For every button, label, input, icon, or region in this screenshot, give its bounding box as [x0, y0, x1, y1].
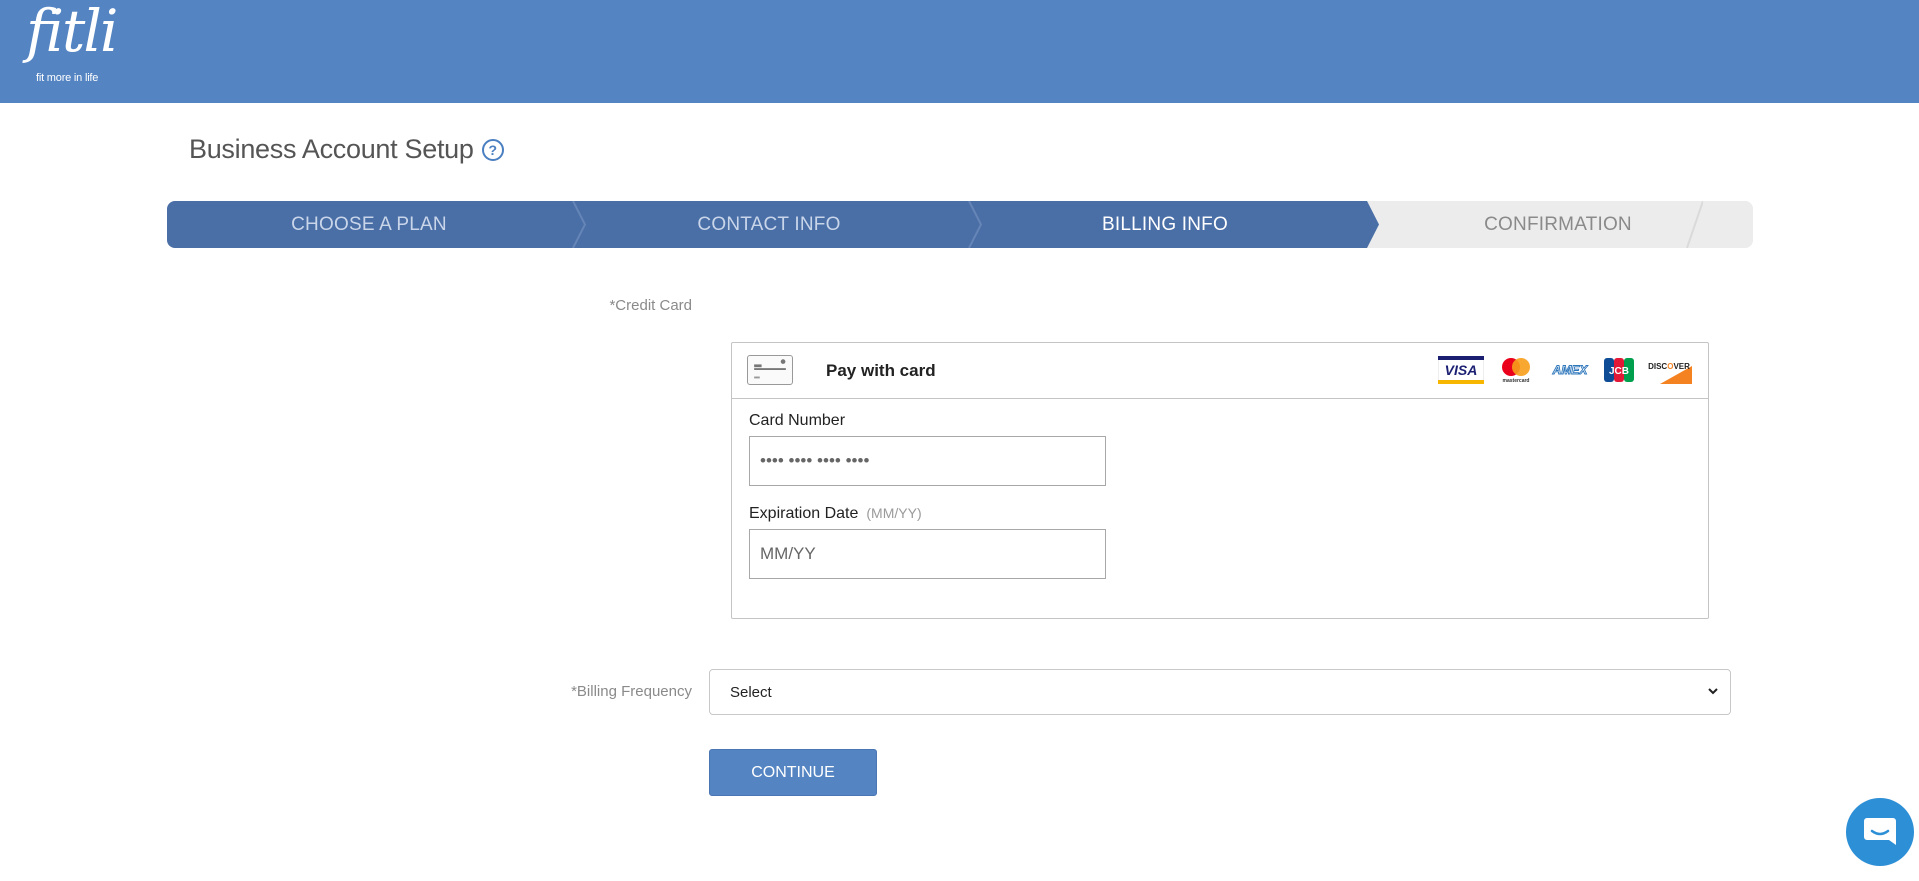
step-label: CHOOSE A PLAN [291, 213, 447, 235]
svg-text:AMEX: AMEX [1552, 363, 1589, 377]
step-separator [961, 201, 983, 248]
step-billing-info[interactable]: BILLING INFO [967, 201, 1363, 248]
progress-steps: CHOOSE A PLAN CONTACT INFO BILLING INFO … [167, 201, 1753, 248]
step-separator [1357, 201, 1381, 248]
logo-tagline: fit more in life [36, 72, 99, 84]
step-label: CONTACT INFO [697, 213, 841, 235]
card-brands: VISA mastercard AMEX JCB DISCOVER [1438, 356, 1692, 384]
pay-with-card-title: Pay with card [826, 361, 936, 380]
expiration-date-label-text: Expiration Date [749, 505, 859, 522]
expiration-date-input[interactable] [749, 529, 1106, 579]
page-title: Business Account Setup ? [189, 134, 504, 165]
billing-frequency-label: *Billing Frequency [571, 683, 692, 700]
step-separator [1686, 201, 1703, 248]
step-label: BILLING INFO [1102, 213, 1228, 235]
jcb-icon: JCB [1604, 358, 1634, 382]
step-contact-info[interactable]: CONTACT INFO [571, 201, 967, 248]
continue-button[interactable]: CONTINUE [709, 749, 877, 796]
top-bar: fitli fit more in life [0, 0, 1919, 103]
expiration-date-hint: (MM/YY) [866, 505, 922, 521]
mastercard-icon: mastercard [1502, 358, 1530, 384]
discover-icon: DISCOVER [1648, 362, 1692, 384]
svg-text:VISA: VISA [1445, 362, 1478, 378]
card-number-label-text: Card Number [749, 412, 846, 429]
billing-frequency-select[interactable]: Select [709, 669, 1731, 715]
billing-frequency-selected: Select [730, 683, 772, 701]
credit-card-label: *Credit Card [609, 297, 692, 314]
fitli-logo[interactable]: fitli fit more in life [14, 2, 118, 90]
card-payment-panel: Pay with card VISA mastercard AMEX JCB D… [731, 342, 1709, 619]
chevron-down-icon [1708, 688, 1718, 695]
svg-text:JCB: JCB [1609, 366, 1629, 377]
expiration-date-label: Expiration Date (MM/YY) [749, 505, 922, 523]
page-title-text: Business Account Setup [189, 134, 474, 164]
step-choose-a-plan[interactable]: CHOOSE A PLAN [167, 201, 571, 248]
chat-bubble-icon [1864, 818, 1896, 845]
visa-icon: VISA [1438, 356, 1484, 384]
card-panel-header: Pay with card VISA mastercard AMEX JCB D… [732, 343, 1708, 399]
chat-launcher-button[interactable] [1846, 798, 1914, 866]
card-number-label: Card Number [749, 412, 845, 430]
svg-text:mastercard: mastercard [1503, 378, 1530, 384]
question-circle-icon[interactable]: ? [481, 138, 504, 161]
card-number-input[interactable] [749, 436, 1106, 486]
amex-icon: AMEX [1551, 363, 1589, 378]
step-label: CONFIRMATION [1484, 213, 1632, 235]
logo-wordmark: fitli [26, 0, 118, 65]
svg-text:DISCOVER: DISCOVER [1648, 362, 1690, 371]
step-separator [565, 201, 587, 248]
credit-card-icon [747, 355, 793, 385]
